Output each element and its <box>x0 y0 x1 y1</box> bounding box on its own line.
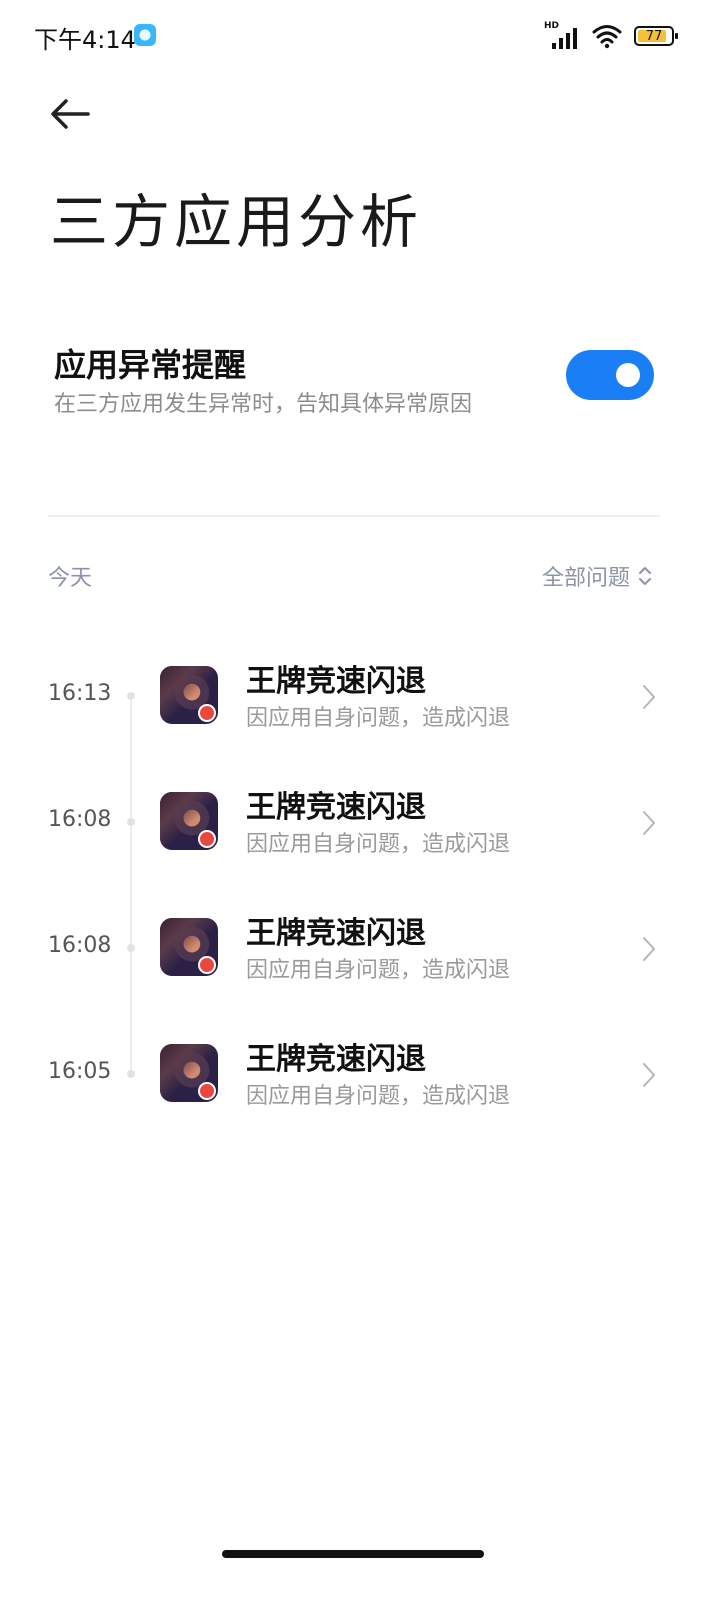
battery-level-text: 77 <box>645 28 663 44</box>
status-bar: 下午4:14 HD 77 <box>0 0 720 70</box>
issue-filter-dropdown[interactable]: 全部问题 <box>542 560 652 592</box>
entry-time: 16:13 <box>48 681 112 706</box>
wifi-icon <box>592 25 622 49</box>
entry-title: 王牌竞速闪退 <box>246 1042 426 1077</box>
entry-title: 王牌竞速闪退 <box>246 790 426 825</box>
back-button[interactable] <box>48 92 98 136</box>
cellular-signal-icon: HD <box>544 21 580 49</box>
app-icon <box>160 666 218 724</box>
notification-app-icon <box>134 24 156 46</box>
chevron-right-icon <box>643 811 655 835</box>
crash-entry[interactable]: 16:13 王牌竞速闪退 因应用自身问题，造成闪退 <box>0 644 720 744</box>
app-icon <box>160 792 218 850</box>
app-icon <box>160 918 218 976</box>
entry-title: 王牌竞速闪退 <box>246 916 426 951</box>
setting-title: 应用异常提醒 <box>54 346 247 384</box>
crash-entry[interactable]: 16:05 王牌竞速闪退 因应用自身问题，造成闪退 <box>0 1022 720 1122</box>
chevron-up-down-icon <box>639 567 651 585</box>
crash-entry[interactable]: 16:08 王牌竞速闪退 因应用自身问题，造成闪退 <box>0 770 720 870</box>
timeline-line <box>130 694 132 1074</box>
entry-subtitle: 因应用自身问题，造成闪退 <box>246 706 511 731</box>
entry-time: 16:08 <box>48 933 112 958</box>
timeline-dot <box>127 1070 135 1078</box>
setting-subtitle: 在三方应用发生异常时，告知具体异常原因 <box>54 392 473 417</box>
chevron-right-icon <box>643 685 655 709</box>
toggle-knob <box>616 363 640 387</box>
crash-entry[interactable]: 16:08 王牌竞速闪退 因应用自身问题，造成闪退 <box>0 896 720 996</box>
entry-subtitle: 因应用自身问题，造成闪退 <box>246 958 511 983</box>
page-title: 三方应用分析 <box>50 188 423 256</box>
timeline-dot <box>127 818 135 826</box>
app-icon <box>160 1044 218 1102</box>
entry-title: 王牌竞速闪退 <box>246 664 426 699</box>
chevron-right-icon <box>643 1063 655 1087</box>
timeline-dot <box>127 944 135 952</box>
home-indicator[interactable] <box>222 1550 484 1558</box>
entry-time: 16:05 <box>48 1059 112 1084</box>
arrow-left-icon <box>51 99 90 129</box>
filter-label: 全部问题 <box>541 566 630 591</box>
chevron-right-icon <box>643 937 655 961</box>
battery-icon: 77 <box>634 26 678 46</box>
date-label: 今天 <box>48 566 93 591</box>
entry-subtitle: 因应用自身问题，造成闪退 <box>246 1084 511 1109</box>
abnormal-alert-toggle[interactable] <box>566 350 654 400</box>
section-divider <box>48 515 660 517</box>
status-time: 下午4:14 <box>34 26 136 54</box>
timeline-dot <box>127 692 135 700</box>
entry-subtitle: 因应用自身问题，造成闪退 <box>246 832 511 857</box>
abnormal-alert-setting[interactable]: 应用异常提醒 在三方应用发生异常时，告知具体异常原因 <box>0 330 720 430</box>
entry-time: 16:08 <box>48 807 112 832</box>
status-indicators: HD 77 <box>544 21 678 50</box>
